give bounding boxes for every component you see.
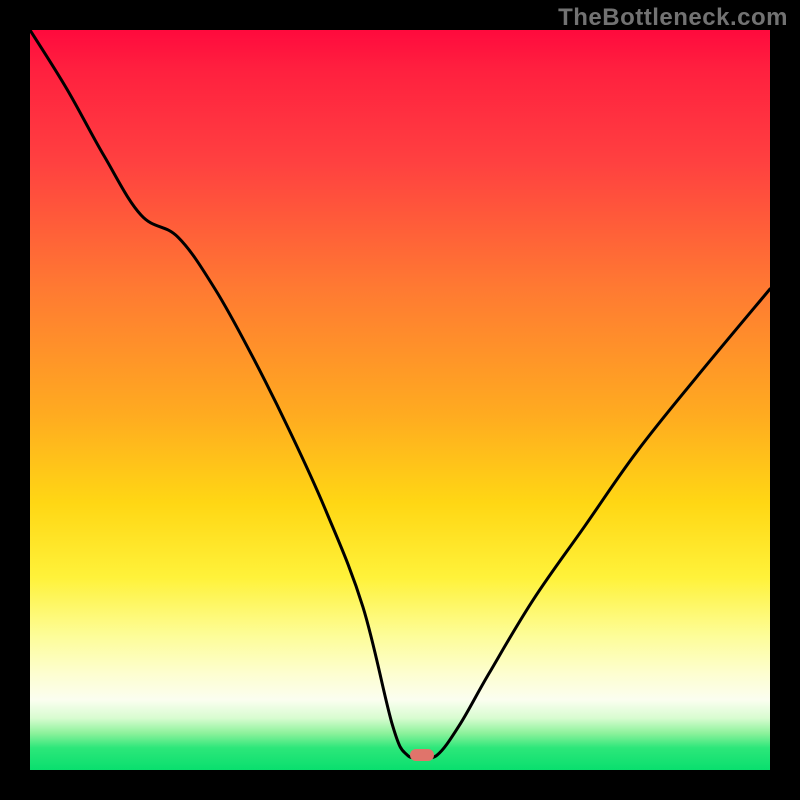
chart-frame: TheBottleneck.com: [0, 0, 800, 800]
optimal-point-marker: [410, 749, 434, 761]
watermark-text: TheBottleneck.com: [558, 4, 788, 32]
bottleneck-curve: [30, 30, 770, 770]
plot-area: [30, 30, 770, 770]
